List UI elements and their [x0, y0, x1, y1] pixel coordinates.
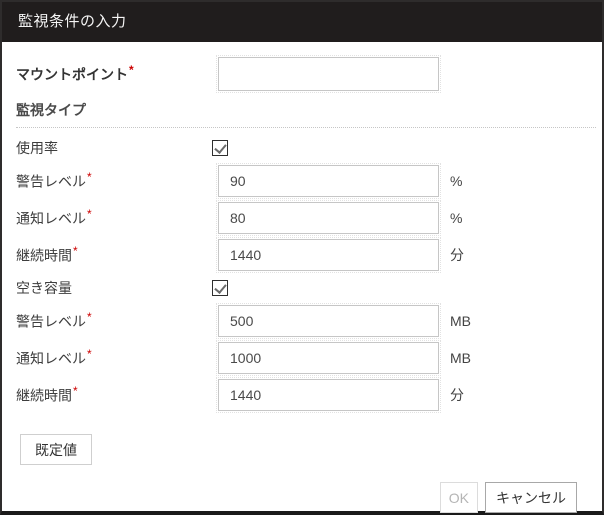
- free-notify-label: 通知レベル*: [16, 347, 218, 369]
- usage-duration-row: 継続時間* 分: [16, 237, 602, 273]
- ok-button[interactable]: OK: [439, 482, 478, 513]
- free-space-row: 空き容量: [16, 280, 602, 296]
- usage-warning-label: 警告レベル*: [16, 170, 218, 192]
- free-notify-row: 通知レベル* MB: [16, 340, 602, 376]
- free-duration-row: 継続時間* 分: [16, 377, 602, 413]
- usage-rate-checkbox[interactable]: [212, 140, 228, 156]
- required-asterisk: *: [87, 347, 92, 362]
- required-asterisk: *: [73, 384, 78, 399]
- free-duration-label: 継続時間*: [16, 384, 218, 406]
- usage-duration-unit: 分: [450, 247, 464, 263]
- default-values-button[interactable]: 既定値: [20, 434, 92, 465]
- usage-notify-row: 通知レベル* %: [16, 200, 602, 236]
- usage-warning-row: 警告レベル* %: [16, 163, 602, 199]
- dialog-footer: OK キャンセル: [16, 482, 602, 513]
- free-warning-label: 警告レベル*: [16, 310, 218, 332]
- usage-duration-label-text: 継続時間: [16, 247, 72, 264]
- monitor-condition-dialog: 監視条件の入力 マウントポイント* 監視タイプ 使用率 警告レベル* % 通知レ…: [0, 0, 604, 515]
- free-duration-label-text: 継続時間: [16, 387, 72, 404]
- free-warning-input[interactable]: [216, 303, 441, 339]
- required-asterisk: *: [73, 244, 78, 259]
- section-monitor-type: 監視タイプ: [16, 100, 596, 128]
- usage-warning-input[interactable]: [216, 163, 441, 199]
- usage-duration-label: 継続時間*: [16, 244, 218, 266]
- free-warning-label-text: 警告レベル: [16, 313, 86, 330]
- required-asterisk: *: [87, 310, 92, 325]
- usage-notify-label: 通知レベル*: [16, 207, 218, 229]
- usage-rate-label: 使用率: [16, 140, 58, 156]
- free-warning-row: 警告レベル* MB: [16, 303, 602, 339]
- required-asterisk: *: [129, 63, 134, 78]
- mount-point-label-text: マウントポイント: [16, 66, 128, 83]
- free-duration-input[interactable]: [216, 377, 441, 413]
- free-space-checkbox[interactable]: [212, 280, 228, 296]
- cancel-button[interactable]: キャンセル: [485, 482, 577, 513]
- mount-point-row: マウントポイント*: [16, 55, 602, 93]
- usage-notify-input[interactable]: [216, 200, 441, 236]
- mount-point-input[interactable]: [216, 55, 441, 93]
- dialog-body: マウントポイント* 監視タイプ 使用率 警告レベル* % 通知レベル* %: [2, 42, 602, 513]
- free-space-label: 空き容量: [16, 280, 72, 296]
- usage-duration-input[interactable]: [216, 237, 441, 273]
- usage-warning-label-text: 警告レベル: [16, 173, 86, 190]
- required-asterisk: *: [87, 207, 92, 222]
- required-asterisk: *: [87, 170, 92, 185]
- mount-point-label: マウントポイント*: [16, 63, 218, 85]
- free-warning-unit: MB: [450, 313, 471, 329]
- usage-warning-unit: %: [450, 173, 463, 189]
- dialog-title: 監視条件の入力: [2, 2, 602, 42]
- usage-rate-row: 使用率: [16, 140, 602, 156]
- free-notify-label-text: 通知レベル: [16, 350, 86, 367]
- usage-notify-label-text: 通知レベル: [16, 210, 86, 227]
- free-duration-unit: 分: [450, 387, 464, 403]
- usage-notify-unit: %: [450, 210, 463, 226]
- free-notify-unit: MB: [450, 350, 471, 366]
- free-notify-input[interactable]: [216, 340, 441, 376]
